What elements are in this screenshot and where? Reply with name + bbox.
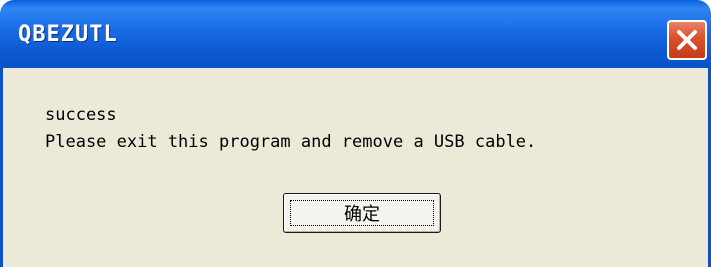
message-line-2: Please exit this program and remove a US… xyxy=(45,132,537,152)
message-dialog: QBEZUTL success Please exit this program… xyxy=(0,0,711,267)
close-icon xyxy=(675,28,699,52)
focus-rect xyxy=(290,200,434,226)
message-line-1: success xyxy=(45,105,117,125)
title-bar[interactable]: QBEZUTL xyxy=(0,0,711,68)
ok-button[interactable]: 确定 xyxy=(283,193,441,233)
message-text: success Please exit this program and rem… xyxy=(45,102,536,156)
window-title: QBEZUTL xyxy=(18,22,118,47)
dialog-body: success Please exit this program and rem… xyxy=(0,68,711,267)
close-button[interactable] xyxy=(667,20,707,60)
